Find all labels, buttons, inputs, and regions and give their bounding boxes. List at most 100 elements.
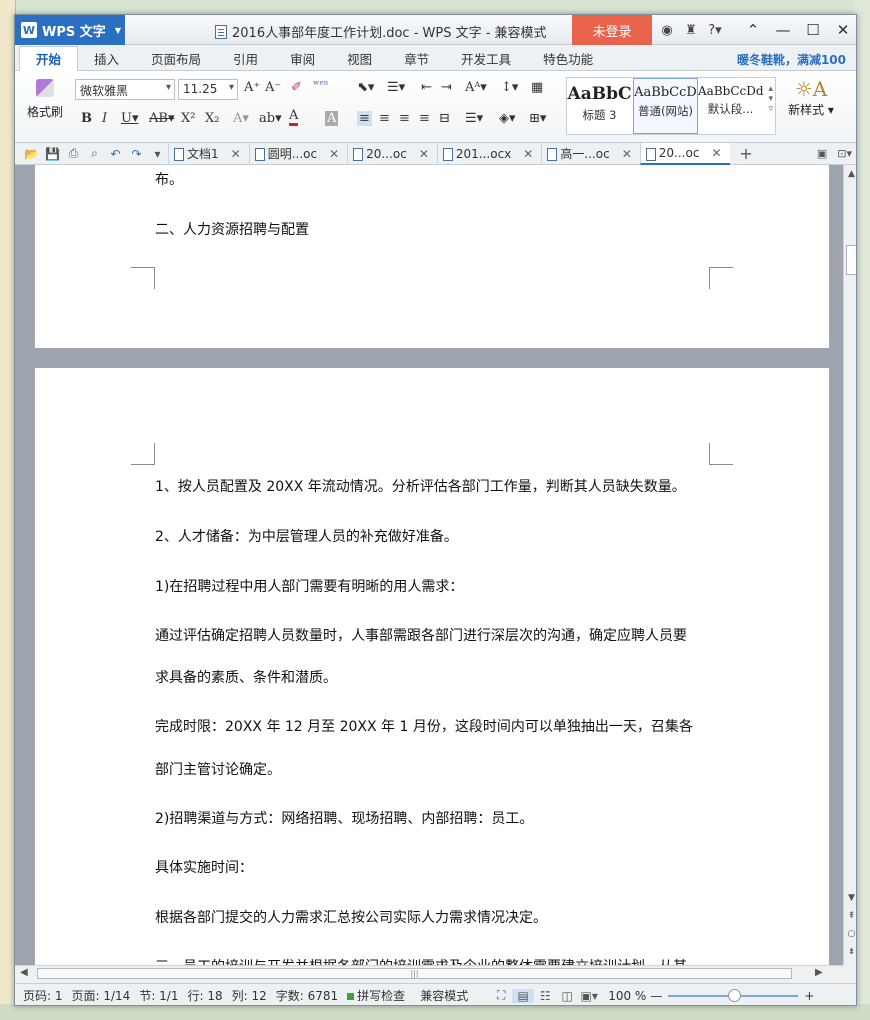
- select-browse-icon[interactable]: ○: [844, 929, 856, 939]
- line-spacing-icon[interactable]: ☰▾: [465, 111, 483, 126]
- superscript-icon[interactable]: X²: [181, 111, 195, 126]
- close-icon[interactable]: ✕: [711, 146, 721, 160]
- clear-format-icon[interactable]: ✐: [291, 80, 302, 95]
- bullet-list-icon[interactable]: ☰▾: [387, 80, 405, 95]
- tab-insert[interactable]: 插入: [78, 46, 135, 70]
- vertical-scrollbar[interactable]: ▲ ▼ ⇞ ○ ⇟: [843, 165, 856, 965]
- close-icon[interactable]: ✕: [523, 147, 533, 161]
- horizontal-scrollbar[interactable]: ◀ ||| ▶: [15, 965, 843, 981]
- tab-list-icon[interactable]: ▣: [817, 147, 827, 160]
- next-page-icon[interactable]: ⇟: [844, 947, 856, 957]
- undo-icon[interactable]: ↶: [105, 147, 126, 161]
- collapse-ribbon-icon[interactable]: ⌃: [738, 21, 768, 39]
- skin-icon[interactable]: ◉: [655, 23, 679, 38]
- grow-font-icon[interactable]: A⁺: [244, 80, 260, 95]
- style-heading-3[interactable]: AaBbC 标题 3: [567, 78, 632, 134]
- status-page[interactable]: 页面: 1/14: [72, 987, 131, 1004]
- doc-tab[interactable]: 圆明...oc ✕: [248, 142, 347, 165]
- underline-icon[interactable]: U▾: [121, 111, 138, 126]
- outline-view-icon[interactable]: ☷: [534, 989, 556, 1003]
- scroll-thumb[interactable]: |||: [37, 968, 792, 979]
- status-page-code[interactable]: 页码: 1: [23, 987, 63, 1004]
- text-effect-icon[interactable]: A▾: [233, 111, 249, 126]
- tab-developer[interactable]: 开发工具: [445, 46, 527, 70]
- italic-icon[interactable]: I: [102, 111, 107, 126]
- close-icon[interactable]: ✕: [419, 147, 429, 161]
- tab-references[interactable]: 引用: [217, 46, 274, 70]
- shrink-font-icon[interactable]: A⁻: [265, 80, 281, 95]
- scroll-right-icon[interactable]: ▶: [815, 967, 823, 978]
- doc-tab[interactable]: 高一...oc ✕: [541, 142, 639, 165]
- web-view-icon[interactable]: ◫: [556, 989, 578, 1003]
- new-tab-icon[interactable]: +: [736, 144, 757, 163]
- customize-icon[interactable]: ▾: [147, 147, 168, 161]
- doc-tab[interactable]: 文档1 ✕: [168, 142, 249, 165]
- minimize-icon[interactable]: —: [768, 21, 798, 39]
- tab-menu-icon[interactable]: ⊡▾: [837, 147, 852, 160]
- zoom-slider-knob[interactable]: [728, 988, 742, 1002]
- font-color-icon[interactable]: A: [289, 109, 299, 126]
- highlight-icon[interactable]: ab▾: [259, 111, 282, 126]
- close-icon[interactable]: ✕: [329, 147, 339, 161]
- zoom-out-icon[interactable]: —: [650, 989, 662, 1003]
- shading-icon[interactable]: ◈▾: [499, 111, 516, 126]
- status-word-count[interactable]: 字数: 6781: [276, 987, 338, 1004]
- new-style-button[interactable]: ☼A 新样式 ▾: [783, 77, 839, 118]
- tab-special[interactable]: 特色功能: [527, 46, 609, 70]
- close-icon[interactable]: ✕: [231, 147, 241, 161]
- font-size-select[interactable]: 11.25: [178, 79, 238, 100]
- char-shading-icon[interactable]: A: [325, 111, 339, 126]
- full-screen-view-icon[interactable]: ⛶: [490, 988, 512, 1003]
- doc-tab[interactable]: 20...oc ✕: [347, 142, 437, 165]
- tab-review[interactable]: 审阅: [274, 46, 331, 70]
- align-center-icon[interactable]: ≡: [379, 111, 390, 126]
- distribute-icon[interactable]: ⊟: [439, 111, 450, 126]
- open-icon[interactable]: 📂: [21, 147, 42, 161]
- redo-icon[interactable]: ↷: [126, 147, 147, 161]
- promo-link[interactable]: 暖冬鞋靴，满减100: [737, 51, 846, 68]
- save-icon[interactable]: 💾: [42, 147, 63, 161]
- shirt-icon[interactable]: ♜: [679, 23, 703, 38]
- bold-icon[interactable]: B: [81, 111, 92, 126]
- align-right-icon[interactable]: ≡: [399, 111, 410, 126]
- increase-indent-icon[interactable]: ⇥: [441, 80, 452, 95]
- tab-home[interactable]: 开始: [19, 46, 79, 71]
- font-name-select[interactable]: 微软雅黑: [75, 79, 175, 100]
- format-painter-button[interactable]: 格式刷: [25, 77, 65, 120]
- decrease-indent-icon[interactable]: ⇤: [421, 80, 432, 95]
- change-case-icon[interactable]: Aᴬ▾: [465, 80, 487, 95]
- prev-page-icon[interactable]: ⇞: [844, 911, 856, 921]
- align-left-icon[interactable]: ≡: [357, 111, 372, 126]
- scroll-up-icon[interactable]: ▲: [844, 169, 856, 179]
- scroll-down-icon[interactable]: ▼: [844, 893, 856, 903]
- reading-view-icon[interactable]: ▣▾: [578, 989, 600, 1003]
- zoom-in-icon[interactable]: +: [804, 989, 814, 1003]
- print-icon[interactable]: ⎙: [63, 146, 84, 161]
- login-button[interactable]: 未登录: [572, 15, 652, 45]
- spell-check-toggle[interactable]: 拼写检查: [347, 987, 405, 1004]
- select-cursor-icon[interactable]: ⬉▾: [357, 80, 374, 95]
- tab-page-layout[interactable]: 页面布局: [135, 46, 217, 70]
- help-icon[interactable]: ?▾: [703, 23, 727, 38]
- print-preview-icon[interactable]: ⌕: [84, 146, 105, 161]
- app-menu-button[interactable]: W WPS 文字 ▼: [15, 15, 125, 45]
- table-border-icon[interactable]: ▦: [531, 80, 543, 95]
- styles-scroll-icon[interactable]: ▴ ▾ ▿: [768, 84, 773, 114]
- justify-icon[interactable]: ≡: [419, 111, 430, 126]
- doc-tab-active[interactable]: 20...oc ✕: [639, 142, 730, 165]
- close-icon[interactable]: ✕: [622, 147, 632, 161]
- scroll-left-icon[interactable]: ◀: [20, 967, 28, 978]
- zoom-level[interactable]: 100 %: [608, 989, 646, 1003]
- tab-view[interactable]: 视图: [331, 46, 388, 70]
- style-default-paragraph[interactable]: AaBbCcDd 默认段...: [698, 78, 764, 134]
- doc-tab[interactable]: 201...ocx ✕: [436, 142, 541, 165]
- maximize-icon[interactable]: ☐: [798, 21, 828, 39]
- sort-icon[interactable]: ↕▾: [501, 80, 518, 95]
- close-icon[interactable]: ✕: [828, 21, 856, 39]
- scroll-thumb[interactable]: [846, 245, 856, 275]
- borders-icon[interactable]: ⊞▾: [529, 111, 546, 126]
- page-view-icon[interactable]: ▤: [512, 988, 535, 1003]
- document-canvas[interactable]: 布。 二、人力资源招聘与配置 1、按人员配置及 20XX 年流动情况。分析评估各…: [15, 165, 843, 965]
- subscript-icon[interactable]: X₂: [205, 111, 219, 126]
- strikethrough-icon[interactable]: AB▾: [149, 111, 174, 126]
